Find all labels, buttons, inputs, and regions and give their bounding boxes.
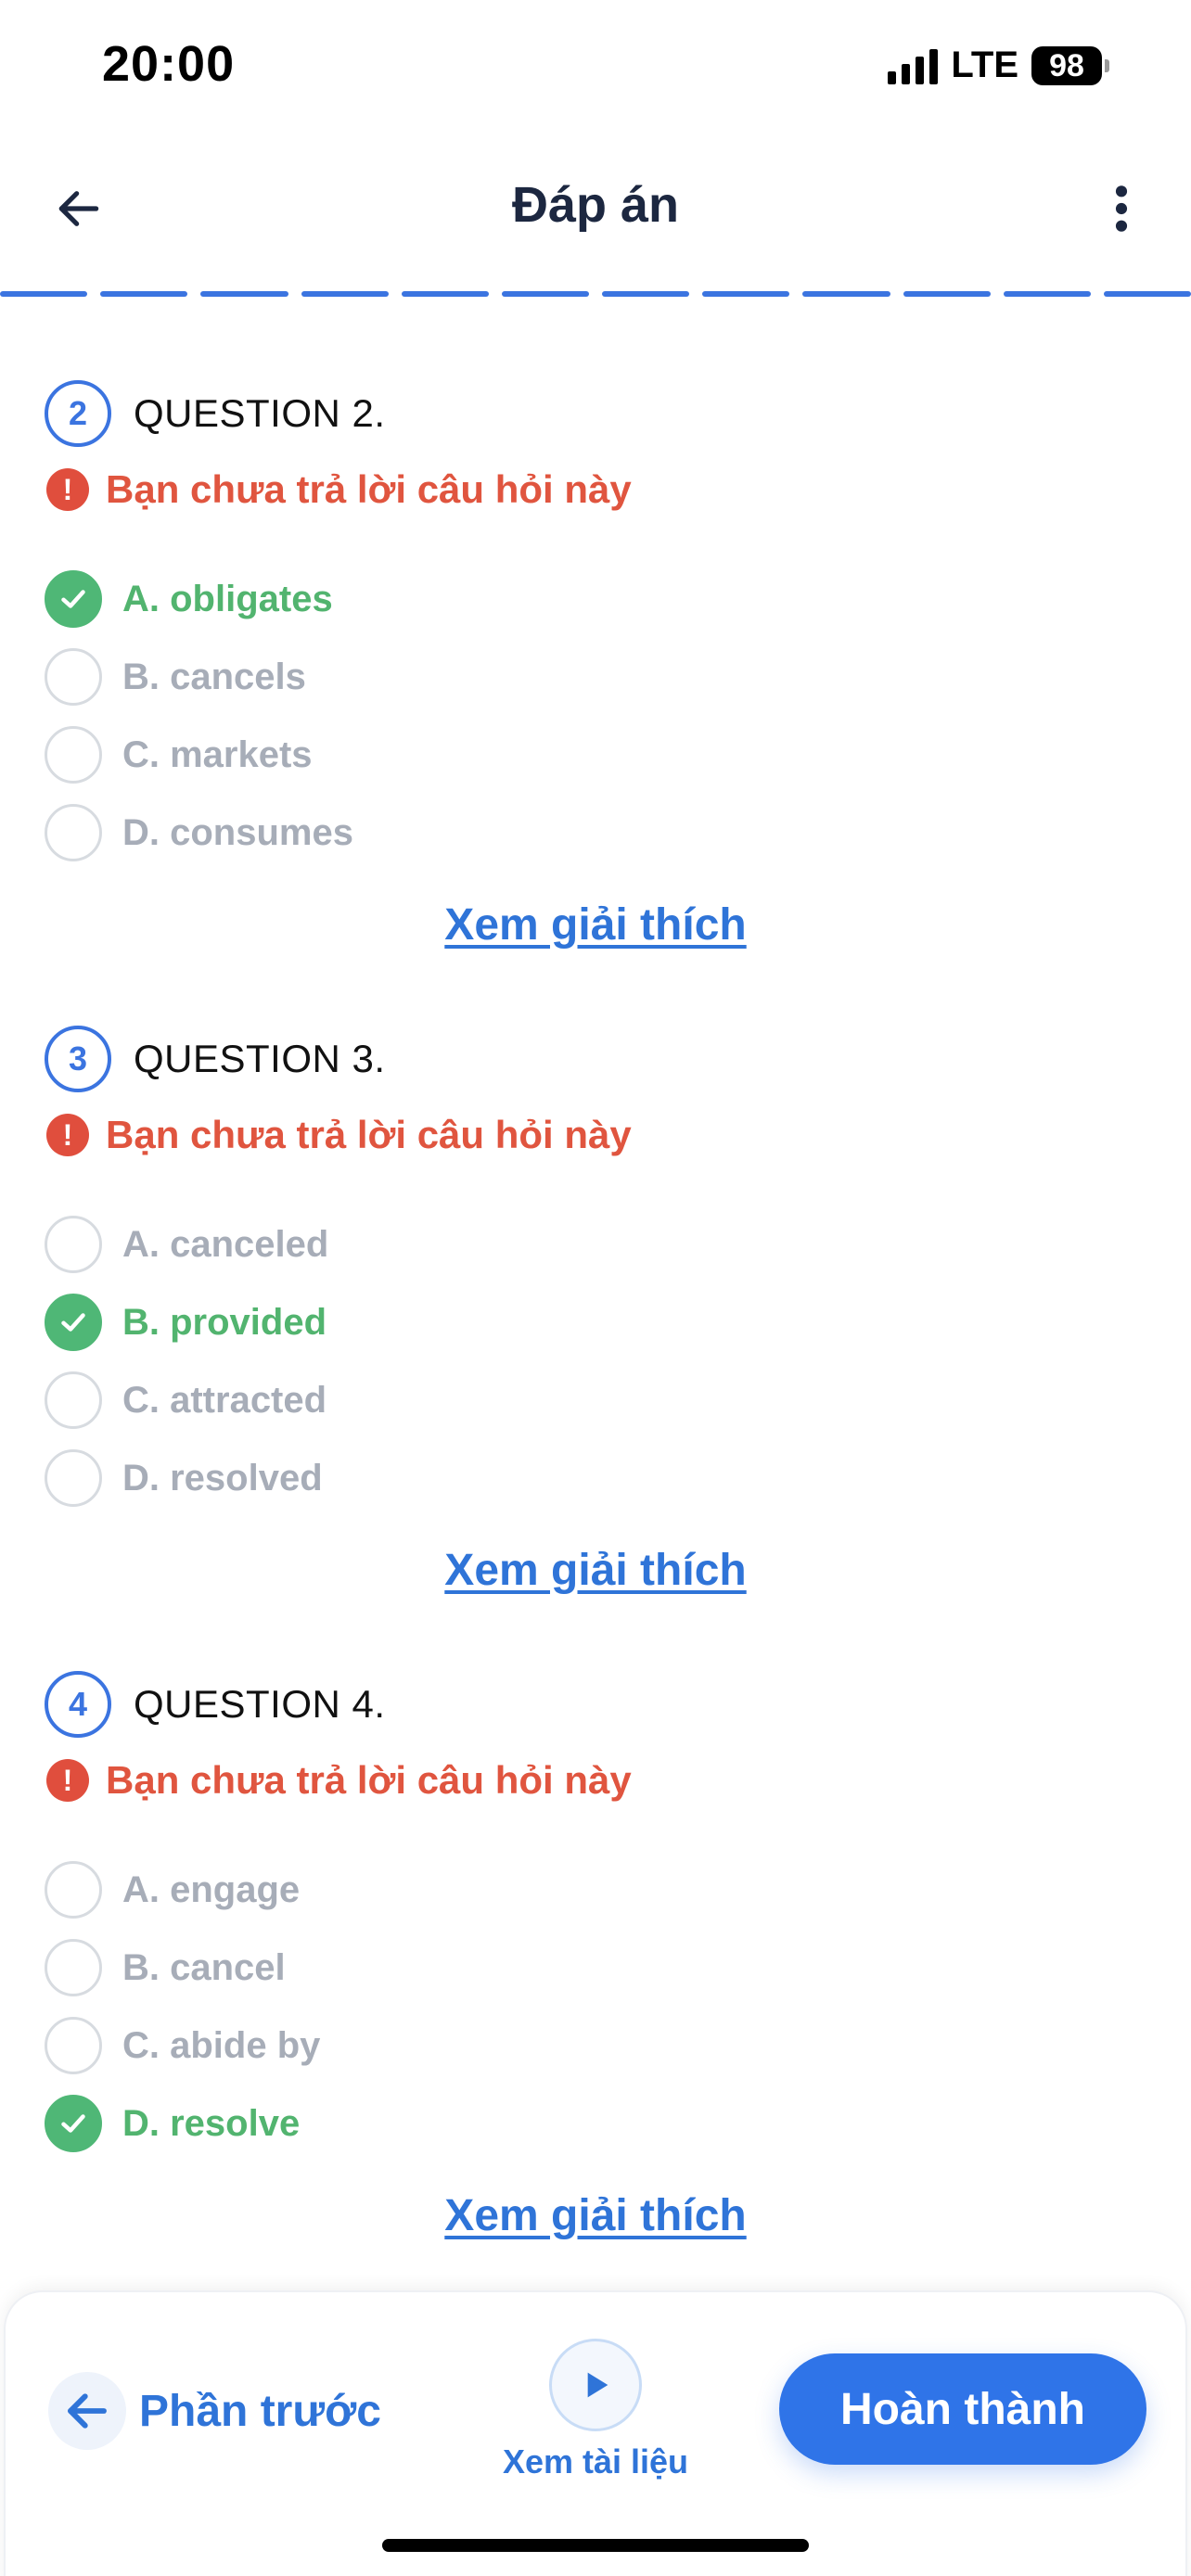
answer-options: A. canceled B. provided C. attracted D. res… bbox=[45, 1205, 328, 1517]
view-explanation-link[interactable]: Xem giải thích bbox=[444, 2191, 746, 2240]
radio-circle-icon bbox=[45, 726, 102, 784]
home-indicator bbox=[382, 2539, 809, 2552]
status-indicators: LTE 98 bbox=[888, 45, 1109, 86]
answer-option-label: D. resolve bbox=[122, 2102, 301, 2144]
radio-circle-icon bbox=[45, 1861, 102, 1919]
question-block: 4 QUESTION 4.! Bạn chưa trả lời câu hỏi nà… bbox=[0, 1671, 1191, 2316]
answers-list: 2 QUESTION 2.! Bạn chưa trả lời câu hỏi nà… bbox=[0, 380, 1191, 2316]
answer-option-label: B. cancel bbox=[122, 1946, 286, 1988]
answer-option[interactable]: A. obligates bbox=[45, 560, 353, 638]
alert-icon: ! bbox=[46, 468, 89, 511]
progress-segment bbox=[501, 291, 590, 297]
question-header: 4 QUESTION 4. bbox=[45, 1671, 386, 1738]
answer-option-label: B. cancels bbox=[122, 656, 306, 697]
progress-segment bbox=[602, 291, 690, 297]
battery-level: 98 bbox=[1031, 45, 1102, 85]
answer-option-label: B. provided bbox=[122, 1301, 327, 1343]
answer-option[interactable]: A. engage bbox=[45, 1851, 320, 1929]
arrow-left-icon bbox=[48, 2372, 126, 2450]
question-title: QUESTION 3. bbox=[134, 1037, 386, 1080]
question-progress-bar bbox=[0, 291, 1191, 297]
question-number-badge: 4 bbox=[45, 1671, 111, 1738]
answer-option-label: A. canceled bbox=[122, 1223, 329, 1265]
question-block: 3 QUESTION 3.! Bạn chưa trả lời câu hỏi nà… bbox=[0, 1026, 1191, 1671]
alert-icon: ! bbox=[46, 1759, 89, 1802]
check-circle-icon bbox=[45, 2095, 102, 2152]
answer-option[interactable]: C. attracted bbox=[45, 1361, 328, 1439]
answer-option[interactable]: B. cancel bbox=[45, 1929, 320, 2007]
status-bar: 20:00 LTE 98 bbox=[0, 0, 1191, 130]
question-header: 3 QUESTION 3. bbox=[45, 1026, 386, 1092]
answer-option-label: A. obligates bbox=[122, 578, 333, 619]
unanswered-warning: ! Bạn chưa trả lời câu hỏi này bbox=[46, 1113, 632, 1157]
answer-option-label: C. abide by bbox=[122, 2024, 321, 2066]
answer-option[interactable]: D. resolve bbox=[45, 2085, 320, 2162]
answer-option-label: D. consumes bbox=[122, 811, 353, 853]
question-title: QUESTION 4. bbox=[134, 1682, 386, 1726]
app-header: Đáp án bbox=[0, 148, 1191, 269]
unanswered-warning-text: Bạn chưa trả lời câu hỏi này bbox=[106, 467, 632, 511]
answer-option-label: C. markets bbox=[122, 733, 313, 775]
view-explanation-link[interactable]: Xem giải thích bbox=[444, 1546, 746, 1595]
check-circle-icon bbox=[45, 1294, 102, 1351]
radio-circle-icon bbox=[45, 804, 102, 861]
previous-section-button[interactable]: Phần trước bbox=[48, 2372, 381, 2450]
unanswered-warning: ! Bạn chưa trả lời câu hỏi này bbox=[46, 1758, 632, 1803]
view-documents-button[interactable]: Xem tài liệu bbox=[475, 2339, 716, 2481]
previous-section-label: Phần trước bbox=[139, 2386, 381, 2436]
radio-circle-icon bbox=[45, 1449, 102, 1507]
answer-option[interactable]: C. abide by bbox=[45, 2007, 320, 2085]
question-block: 2 QUESTION 2.! Bạn chưa trả lời câu hỏi nà… bbox=[0, 380, 1191, 1026]
progress-segment bbox=[903, 291, 991, 297]
more-vertical-icon bbox=[1115, 185, 1128, 232]
answer-option-label: A. engage bbox=[122, 1868, 301, 1910]
alert-icon: ! bbox=[46, 1114, 89, 1156]
progress-segment bbox=[401, 291, 489, 297]
radio-circle-icon bbox=[45, 2017, 102, 2074]
battery-icon: 98 bbox=[1031, 45, 1109, 85]
signal-icon bbox=[888, 47, 939, 84]
unanswered-warning-text: Bạn chưa trả lời câu hỏi này bbox=[106, 1758, 632, 1802]
progress-segment bbox=[200, 291, 288, 297]
progress-segment bbox=[802, 291, 890, 297]
radio-circle-icon bbox=[45, 1371, 102, 1429]
radio-circle-icon bbox=[45, 648, 102, 706]
progress-segment bbox=[100, 291, 188, 297]
radio-circle-icon bbox=[45, 1216, 102, 1273]
answer-option[interactable]: D. consumes bbox=[45, 794, 353, 872]
question-header: 2 QUESTION 2. bbox=[45, 380, 386, 447]
page-title: Đáp án bbox=[511, 177, 680, 233]
view-documents-label: Xem tài liệu bbox=[502, 2442, 689, 2480]
answer-option-label: D. resolved bbox=[122, 1457, 323, 1498]
view-explanation-link[interactable]: Xem giải thích bbox=[444, 900, 746, 950]
unanswered-warning: ! Bạn chưa trả lời câu hỏi này bbox=[46, 467, 632, 512]
answer-option[interactable]: D. resolved bbox=[45, 1439, 328, 1517]
question-number-badge: 3 bbox=[45, 1026, 111, 1092]
answer-option[interactable]: B. provided bbox=[45, 1283, 328, 1361]
progress-segment bbox=[702, 291, 790, 297]
progress-segment bbox=[1103, 291, 1191, 297]
bottom-action-bar: Phần trước Xem tài liệu Hoàn thành bbox=[4, 2290, 1187, 2576]
more-menu-button[interactable] bbox=[1098, 176, 1145, 241]
play-icon bbox=[549, 2339, 642, 2431]
unanswered-warning-text: Bạn chưa trả lời câu hỏi này bbox=[106, 1113, 632, 1156]
question-title: QUESTION 2. bbox=[134, 391, 386, 435]
radio-circle-icon bbox=[45, 1939, 102, 1996]
answer-option[interactable]: C. markets bbox=[45, 716, 353, 794]
question-number-badge: 2 bbox=[45, 380, 111, 447]
answer-option-label: C. attracted bbox=[122, 1379, 327, 1421]
check-circle-icon bbox=[45, 570, 102, 628]
answer-option[interactable]: A. canceled bbox=[45, 1205, 328, 1283]
answer-options: A. engage B. cancel C. abide by D. resolve bbox=[45, 1851, 320, 2162]
answer-option[interactable]: B. cancels bbox=[45, 638, 353, 716]
finish-button[interactable]: Hoàn thành bbox=[779, 2353, 1146, 2465]
answer-options: A. obligates B. cancels C. markets D. consu… bbox=[45, 560, 353, 872]
progress-segment bbox=[301, 291, 389, 297]
network-type: LTE bbox=[951, 45, 1018, 85]
status-time: 20:00 bbox=[102, 36, 236, 92]
progress-segment bbox=[1003, 291, 1091, 297]
progress-segment bbox=[0, 291, 88, 297]
